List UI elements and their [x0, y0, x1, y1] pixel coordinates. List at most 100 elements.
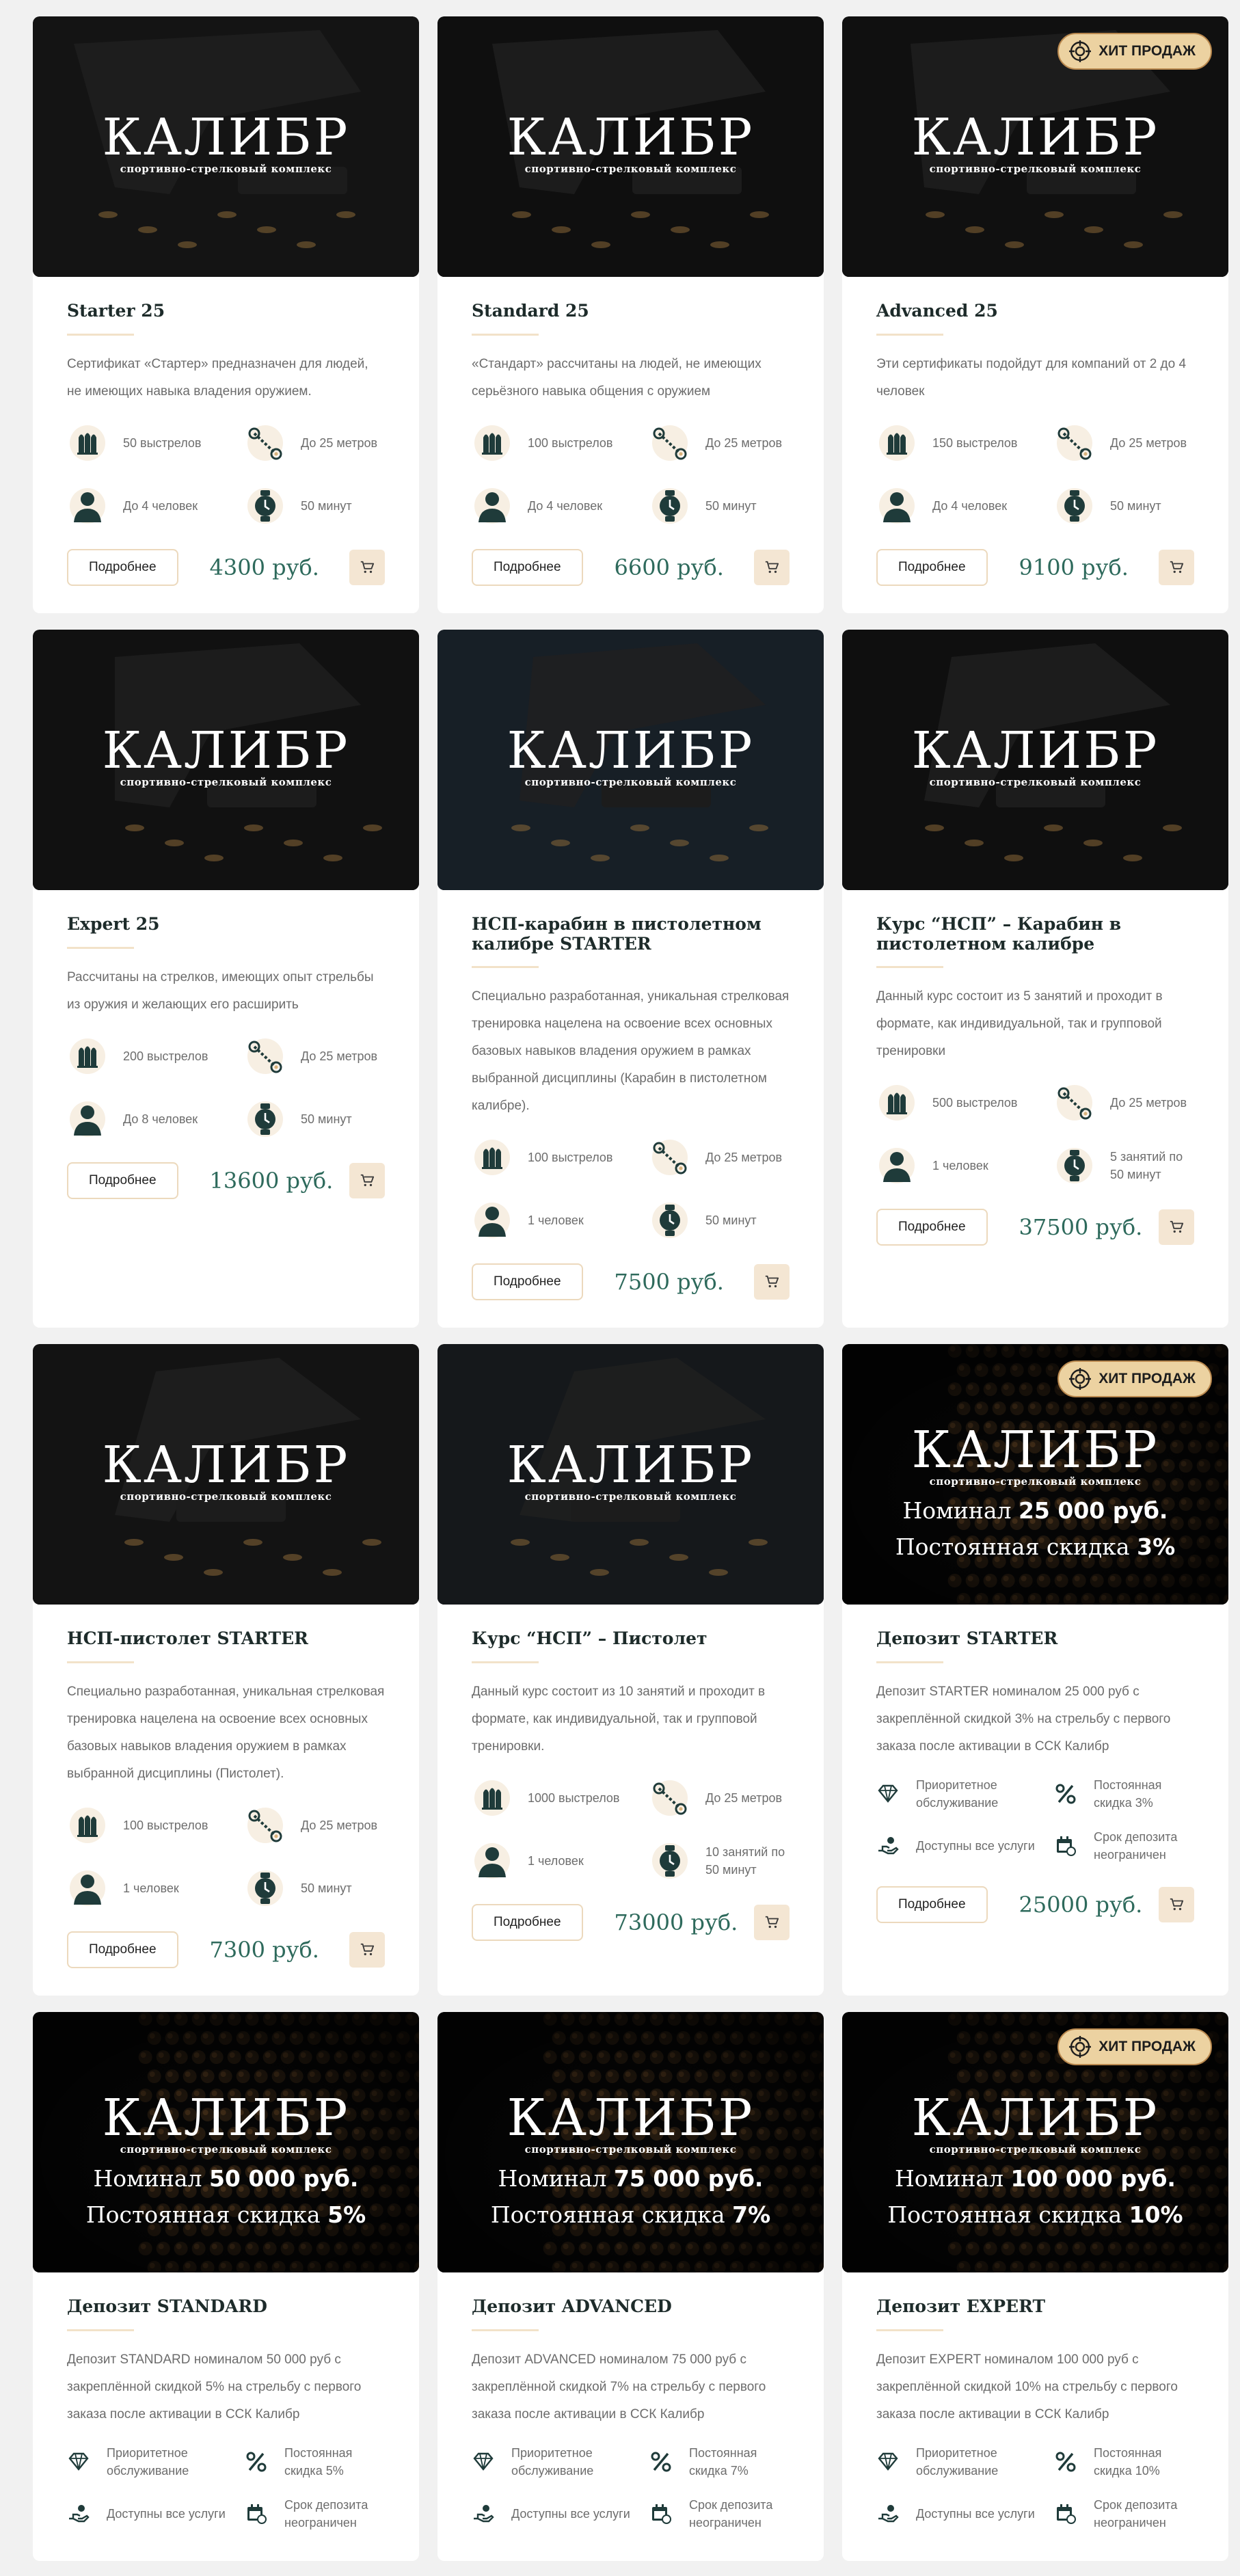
details-button[interactable]: Подробнее [472, 1263, 583, 1301]
feature-label: 100 выстрелов [528, 1151, 613, 1165]
feature-label: До 4 человек [932, 498, 1008, 513]
card-actions: Подробнее 37500 руб. [876, 1209, 1194, 1246]
logo-subtitle: спортивно-стрелковый комплекс [524, 2143, 737, 2156]
feature-item: Постоянная скидка 3% [1054, 1774, 1194, 1814]
logo: КАЛИБР спортивно-стрелковый комплекс [842, 725, 1228, 788]
feature-label: Постоянная скидка 3% [1094, 1778, 1162, 1810]
card-title[interactable]: Standard 25 [472, 301, 790, 321]
add-to-cart-button[interactable] [754, 1264, 790, 1300]
add-to-cart-button[interactable] [754, 1905, 790, 1940]
feature-label: Доступны все услуги [511, 2506, 630, 2521]
card-title[interactable]: Expert 25 [67, 914, 385, 935]
logo: КАЛИБР спортивно-стрелковый комплекс [33, 112, 419, 175]
details-button[interactable]: Подробнее [876, 548, 988, 586]
card-image[interactable]: КАЛИБР спортивно-стрелковый комплекс Ном… [437, 2012, 824, 2272]
card-title[interactable]: НСП-пистолет STARTER [67, 1628, 385, 1649]
duration-icon [649, 1200, 690, 1241]
feature-item: 500 выстрелов [876, 1080, 1054, 1125]
details-button[interactable]: Подробнее [472, 548, 583, 586]
logo-title: КАЛИБР [102, 108, 350, 167]
card-image[interactable]: КАЛИБР спортивно-стрелковый комплекс Ном… [842, 1344, 1228, 1605]
add-to-cart-button[interactable] [754, 549, 790, 585]
card-title[interactable]: НСП-карабин в пистолетном калибре STARTE… [472, 914, 790, 954]
card-body: Standard 25 «Стандарт» рассчитаны на люд… [437, 277, 824, 613]
card-title[interactable]: Депозит STARTER [876, 1628, 1194, 1649]
card-image[interactable]: КАЛИБР спортивно-стрелковый комплекс ХИТ… [842, 16, 1228, 277]
details-button[interactable]: Подробнее [67, 1162, 178, 1199]
feature-label: Приоритетное обслуживание [511, 2445, 594, 2478]
title-underline [67, 1661, 134, 1663]
cart-icon [765, 1916, 779, 1929]
card-image[interactable]: КАЛИБР спортивно-стрелковый комплекс ХИТ… [842, 629, 1228, 890]
card-description: Эти сертификаты подойдут для компаний от… [876, 356, 1187, 399]
discount-line: Постоянная скидка 10% [842, 2201, 1228, 2228]
logo: КАЛИБР спортивно-стрелковый комплекс [33, 1440, 419, 1503]
feature-label: 100 выстрелов [123, 1819, 208, 1832]
cart-icon [1170, 561, 1184, 573]
price: 73000 руб. [614, 1909, 738, 1935]
logo-subtitle: спортивно-стрелковый комплекс [929, 2143, 1142, 2156]
details-button[interactable]: Подробнее [67, 548, 178, 586]
calendar-icon [1057, 1836, 1076, 1856]
details-button[interactable]: Подробнее [876, 1209, 988, 1246]
feature-label: 10 занятий по 50 минут [705, 1845, 785, 1877]
product-card-9: КАЛИБР спортивно-стрелковый комплекс Ном… [842, 1344, 1228, 1996]
card-image[interactable]: КАЛИБР спортивно-стрелковый комплекс ХИТ… [437, 16, 824, 277]
add-to-cart-button[interactable] [1159, 549, 1194, 585]
hit-badge: ХИТ ПРОДАЖ [1057, 33, 1212, 70]
feature-label: 50 минут [705, 498, 757, 513]
logo-subtitle: спортивно-стрелковый комплекс [524, 163, 737, 175]
card-description: Специально разработанная, уникальная стр… [472, 989, 790, 1114]
discount-value: 10% [1129, 2201, 1183, 2228]
diamond-icon [878, 1784, 898, 1803]
logo-title: КАЛИБР [102, 1436, 350, 1495]
details-button[interactable]: Подробнее [876, 1886, 988, 1923]
card-actions: Подробнее 4300 руб. [67, 548, 385, 586]
price: 4300 руб. [209, 554, 319, 580]
feature-label: Постоянная скидка 5% [284, 2445, 353, 2478]
card-title[interactable]: Депозит ADVANCED [472, 2296, 790, 2317]
duration-icon [649, 1840, 690, 1881]
feature-item: 1 человек [876, 1143, 1054, 1188]
feature-item: 50 минут [649, 483, 790, 528]
card-image[interactable]: КАЛИБР спортивно-стрелковый комплекс ХИТ… [437, 1344, 824, 1605]
feature-list: 50 выстрелов До 25 метров До 4 человек 5… [67, 420, 385, 528]
feature-label: До 8 человек [123, 1112, 198, 1126]
details-button[interactable]: Подробнее [472, 1904, 583, 1941]
discount-label: Постоянная скидка [85, 2201, 321, 2228]
feature-item: Постоянная скидка 7% [649, 2442, 790, 2482]
card-image[interactable]: КАЛИБР спортивно-стрелковый комплекс ХИТ… [33, 1344, 419, 1605]
feature-item: 50 минут [649, 1198, 790, 1243]
feature-label: 50 минут [301, 498, 352, 513]
card-image[interactable]: КАЛИБР спортивно-стрелковый комплекс ХИТ… [33, 16, 419, 277]
card-title[interactable]: Курс “НСП” – Пистолет [472, 1628, 790, 1649]
feature-label: 1000 выстрелов [528, 1791, 620, 1805]
feature-label: До 25 метров [301, 1819, 378, 1832]
feature-label: 1 человек [932, 1159, 988, 1173]
card-title[interactable]: Депозит STANDARD [67, 2296, 385, 2317]
details-button[interactable]: Подробнее [67, 1931, 178, 1968]
add-to-cart-button[interactable] [349, 1932, 385, 1968]
distance-icon [245, 1805, 286, 1846]
add-to-cart-button[interactable] [349, 1162, 385, 1198]
add-to-cart-button[interactable] [349, 549, 385, 585]
logo-title: КАЛИБР [507, 721, 755, 780]
card-title[interactable]: Advanced 25 [876, 301, 1194, 321]
add-to-cart-button[interactable] [1159, 1887, 1194, 1922]
cart-icon [765, 561, 779, 573]
card-image[interactable]: КАЛИБР спортивно-стрелковый комплекс Ном… [842, 2012, 1228, 2272]
add-to-cart-button[interactable] [1159, 1209, 1194, 1246]
card-title[interactable]: Starter 25 [67, 301, 385, 321]
diamond-icon [473, 2452, 494, 2471]
card-image[interactable]: КАЛИБР спортивно-стрелковый комплекс ХИТ… [33, 629, 419, 890]
card-title[interactable]: Курс “НСП” – Карабин в пистолетном калиб… [876, 914, 1194, 954]
diamond-icon [878, 2452, 898, 2471]
card-image[interactable]: КАЛИБР спортивно-стрелковый комплекс ХИТ… [437, 629, 824, 890]
logo-subtitle: спортивно-стрелковый комплекс [929, 163, 1142, 175]
card-image[interactable]: КАЛИБР спортивно-стрелковый комплекс Ном… [33, 2012, 419, 2272]
nominal-line: Номинал 25 000 руб. [842, 1497, 1228, 1524]
card-body: Депозит STANDARD Депозит STANDARD номина… [33, 2272, 419, 2561]
feature-item: Постоянная скидка 10% [1054, 2442, 1194, 2482]
card-title[interactable]: Депозит EXPERT [876, 2296, 1194, 2317]
feature-label: До 25 метров [1110, 435, 1187, 450]
